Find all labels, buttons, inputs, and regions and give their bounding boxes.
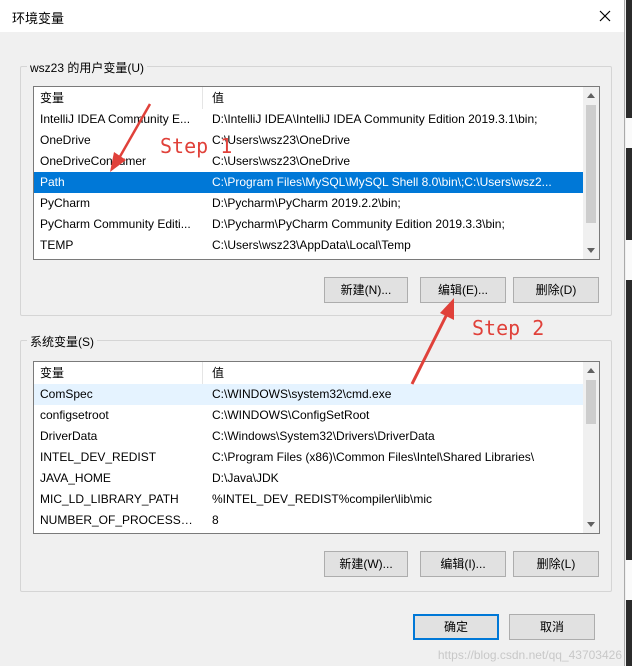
step1-arrow <box>110 103 152 172</box>
step2-arrow <box>410 298 454 385</box>
step1-annotation: Step 1 <box>160 134 233 158</box>
watermark: https://blog.csdn.net/qq_43703426 <box>437 648 622 662</box>
step2-annotation: Step 2 <box>472 316 545 340</box>
